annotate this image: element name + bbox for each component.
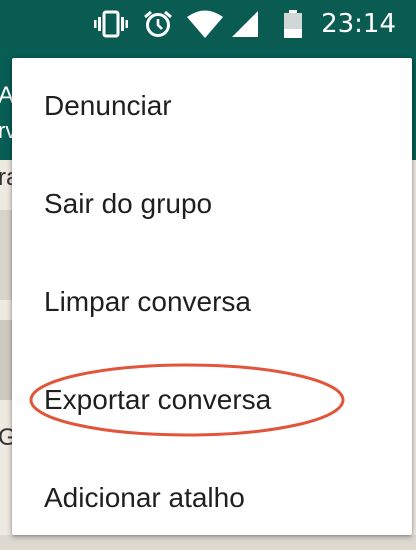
menu-item-sair-do-grupo[interactable]: Sair do grupo [12, 156, 412, 252]
overflow-menu: Denunciar Sair do grupo Limpar conversa … [12, 58, 412, 535]
signal-icon [232, 11, 258, 37]
menu-item-label: Adicionar atalho [44, 482, 245, 513]
alarm-icon [144, 10, 172, 37]
menu-item-label: Denunciar [44, 90, 172, 121]
menu-item-label: Limpar conversa [44, 286, 251, 317]
status-time: 23:14 [321, 9, 396, 39]
wifi-icon [187, 10, 223, 38]
vibrate-icon [94, 10, 128, 38]
menu-item-adicionar-atalho[interactable]: Adicionar atalho [12, 450, 412, 546]
menu-item-label: Sair do grupo [44, 188, 213, 219]
menu-item-label: Exportar conversa [44, 384, 272, 415]
menu-item-denunciar[interactable]: Denunciar [12, 58, 412, 154]
background-divider [0, 210, 12, 300]
menu-item-limpar-conversa[interactable]: Limpar conversa [12, 254, 412, 350]
status-bar: 23:14 [0, 0, 416, 48]
background-divider [0, 320, 12, 400]
menu-item-exportar-conversa[interactable]: Exportar conversa [12, 352, 412, 448]
battery-icon [284, 10, 302, 38]
